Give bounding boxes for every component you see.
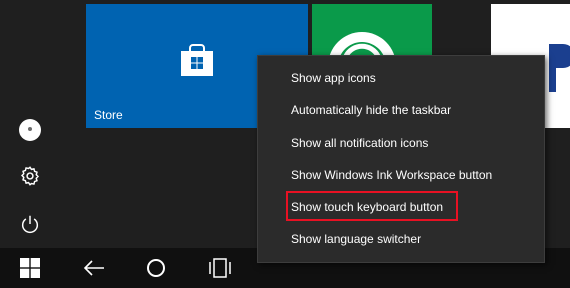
user-avatar-icon [19,119,41,141]
menu-item-show-ink-workspace[interactable]: Show Windows Ink Workspace button [258,159,544,191]
windows-logo-icon [20,258,40,278]
store-bag-icon [181,44,213,76]
task-view-icon [209,258,231,278]
home-button[interactable] [132,248,180,288]
task-view-button[interactable] [196,248,244,288]
store-tile-label: Store [94,108,123,122]
start-button[interactable] [6,248,54,288]
menu-item-show-touch-keyboard[interactable]: Show touch keyboard button [258,191,544,223]
menu-item-show-notification-icons[interactable]: Show all notification icons [258,127,544,159]
gear-icon [21,166,39,186]
settings-button[interactable] [10,156,50,196]
menu-item-show-language-switcher[interactable]: Show language switcher [258,223,544,255]
menu-item-auto-hide-taskbar[interactable]: Automatically hide the taskbar [258,94,544,126]
back-arrow-icon [83,260,104,276]
circle-home-icon [147,259,165,277]
menu-item-show-app-icons[interactable]: Show app icons [258,62,544,94]
taskbar-context-menu: Show app icons Automatically hide the ta… [257,55,545,263]
user-account-button[interactable] [10,110,50,150]
start-rail [0,0,60,248]
power-button[interactable] [10,204,50,244]
back-button[interactable] [70,248,118,288]
power-icon [21,215,39,234]
